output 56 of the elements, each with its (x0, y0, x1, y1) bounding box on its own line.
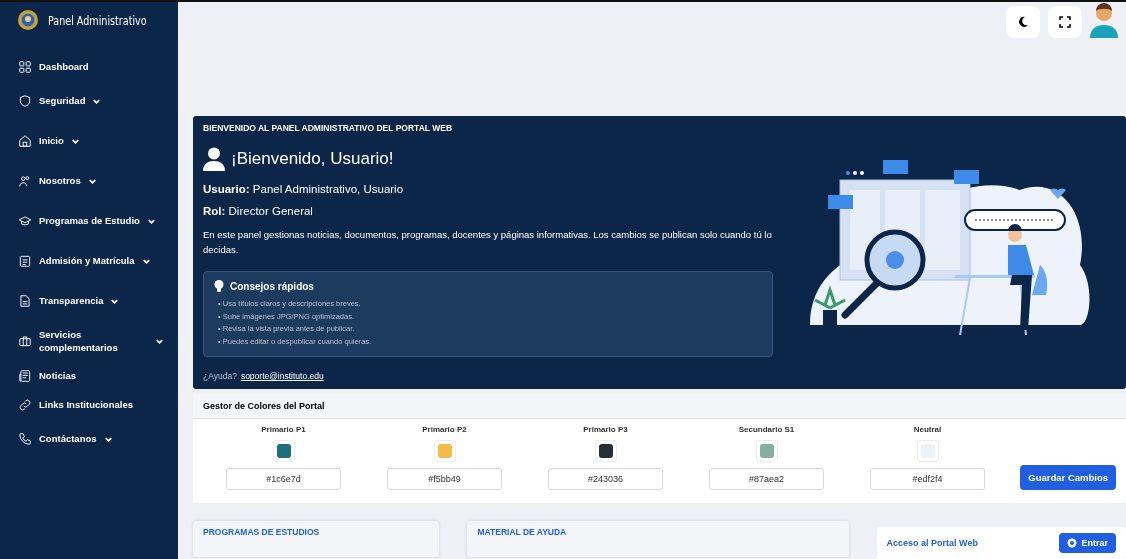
phone-icon (18, 432, 32, 446)
color-label: Primario P2 (422, 425, 467, 435)
hex-input-field[interactable]: #87aea2 (709, 468, 824, 491)
home-icon (18, 134, 32, 148)
color-label: Primario P3 (583, 425, 628, 435)
user-icon (203, 147, 225, 171)
fullscreen-icon (1059, 16, 1071, 28)
crest-logo-icon (18, 10, 38, 30)
tips-title: Consejos rápidos (230, 280, 314, 292)
sidebar-item[interactable]: Transparencia (18, 281, 178, 321)
cap-icon (18, 214, 32, 228)
color-label: Secundario S1 (738, 425, 795, 435)
hex-input-field[interactable]: #edf2f4 (870, 468, 985, 491)
briefcase-icon (18, 334, 32, 348)
fullscreen-button[interactable] (1048, 6, 1082, 38)
role-line: Rol: Director General (203, 205, 314, 217)
avatar-icon[interactable] (1090, 2, 1118, 38)
color-label: Neutral (913, 425, 942, 435)
help-label: ¿Ayuda? (203, 371, 237, 382)
sidebar-item[interactable]: Links Institucionales (18, 390, 178, 419)
portal-access-title: Acceso al Portal Web (886, 538, 978, 548)
color-label: Primario P1 (261, 425, 306, 435)
description: En este panel gestionas noticias, documentos, programas, docentes y páginas informativas. Los cambios se publican solo cuando tú lo decidas. (203, 228, 773, 258)
sidebar-item[interactable]: Noticias (18, 361, 178, 390)
dark-mode-button[interactable] (1006, 6, 1040, 38)
welcome-heading: BIENVENIDO AL PANEL ADMINISTRATIVO DEL PORTAL WEB (203, 123, 454, 133)
shield-icon (18, 94, 32, 108)
link-icon (18, 397, 32, 412)
grid-icon (18, 59, 32, 74)
sidebar-item[interactable]: Dashboard (18, 52, 178, 81)
clipboard-icon (18, 254, 32, 268)
hex-input-field[interactable]: #f5bb49 (387, 468, 502, 491)
sidebar-item[interactable]: Inicio (18, 121, 178, 161)
sidebar-item[interactable]: Contáctanos (18, 419, 178, 459)
color-manager-title: Gestor de Colores del Portal (193, 394, 1126, 420)
save-button[interactable]: Guardar Cambios (1020, 465, 1116, 491)
section-card-title: PROGRAMAS DE ESTUDIOS (193, 521, 440, 557)
hex-input-field[interactable]: #1c6e7d (226, 468, 341, 491)
sidebar-item[interactable]: Seguridad (18, 81, 178, 121)
sidebar-item[interactable]: Admisión y Matrícula (18, 241, 178, 281)
hex-input-field[interactable]: #243036 (548, 468, 663, 491)
sidebar-item[interactable]: Programas de Estudio (18, 201, 178, 241)
greeting: ¡Bienvenido, Usuario! (231, 149, 394, 169)
sidebar-item[interactable]: Servicios complementarios (18, 321, 178, 361)
section-card-title: MATERIAL DE AYUDA (467, 521, 849, 557)
sidebar-item[interactable]: Nosotros (18, 161, 178, 201)
moon-icon (1017, 16, 1029, 28)
enter-button[interactable]: Entrar (1059, 533, 1116, 553)
user-line: Usuario: Panel Administrativo, Usuario (203, 183, 405, 195)
sidebar-title: Panel Administrativo (48, 12, 147, 28)
support-email-link[interactable]: soporte@instituto.edu (240, 371, 324, 382)
news-icon (18, 368, 32, 383)
users-icon (18, 174, 32, 188)
lightbulb-icon (214, 280, 224, 293)
eye-icon (1067, 538, 1078, 548)
file-icon (18, 294, 32, 308)
